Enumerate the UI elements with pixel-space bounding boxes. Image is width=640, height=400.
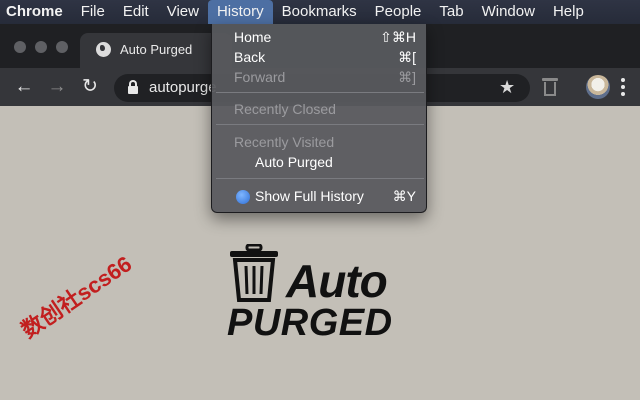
url-text[interactable]: autopurge xyxy=(149,79,217,96)
forward-arrow-icon[interactable]: → xyxy=(46,76,68,98)
lock-icon[interactable] xyxy=(128,80,138,94)
logo-text-auto: Auto xyxy=(286,255,388,307)
menu-item-show-full-history[interactable]: Show Full History xyxy=(255,188,364,204)
trash-can-icon xyxy=(230,244,278,302)
shortcut-forward: ⌘] xyxy=(398,69,416,85)
menu-history[interactable]: History xyxy=(207,0,273,24)
window-minimize-button[interactable] xyxy=(35,41,47,53)
bookmark-star-icon[interactable]: ★ xyxy=(499,76,515,98)
shortcut-show-full-history: ⌘Y xyxy=(392,188,416,204)
avatar[interactable] xyxy=(586,75,610,99)
menu-bookmarks[interactable]: Bookmarks xyxy=(273,0,366,24)
menu-item-forward: Forward xyxy=(234,69,286,85)
more-menu-icon[interactable] xyxy=(621,78,625,96)
menu-help[interactable]: Help xyxy=(544,0,593,24)
menu-window[interactable]: Window xyxy=(473,0,544,24)
trash-extension-icon[interactable] xyxy=(541,77,559,97)
globe-icon xyxy=(96,42,111,57)
menu-separator xyxy=(216,92,424,93)
menu-item-auto-purged[interactable]: Auto Purged xyxy=(255,154,333,170)
shortcut-home: ⇧⌘H xyxy=(380,29,416,45)
back-arrow-icon[interactable]: ← xyxy=(13,76,35,98)
globe-icon xyxy=(236,190,250,204)
menu-separator xyxy=(216,178,424,179)
menu-header-recently-visited: Recently Visited xyxy=(234,134,335,150)
menu-tab[interactable]: Tab xyxy=(430,0,472,24)
window-close-button[interactable] xyxy=(14,41,26,53)
menu-chrome[interactable]: Chrome xyxy=(6,0,72,24)
menu-item-home[interactable]: Home xyxy=(234,29,271,45)
logo-text-purged: PURGED xyxy=(227,302,393,344)
menu-people[interactable]: People xyxy=(366,0,431,24)
menu-separator xyxy=(216,124,424,125)
shortcut-back: ⌘[ xyxy=(398,49,416,65)
macos-menu-bar: Chrome File Edit View History Bookmarks … xyxy=(0,0,640,24)
menu-item-recently-closed: Recently Closed xyxy=(234,101,336,117)
menu-item-back[interactable]: Back xyxy=(234,49,265,65)
window-zoom-button[interactable] xyxy=(56,41,68,53)
tab-title: Auto Purged xyxy=(120,42,193,57)
menu-file[interactable]: File xyxy=(72,0,114,24)
reload-icon[interactable]: ↻ xyxy=(79,76,101,98)
menu-edit[interactable]: Edit xyxy=(114,0,158,24)
history-dropdown-menu: Home ⇧⌘H Back ⌘[ Forward ⌘] Recently Clo… xyxy=(211,24,427,213)
menu-view[interactable]: View xyxy=(158,0,208,24)
